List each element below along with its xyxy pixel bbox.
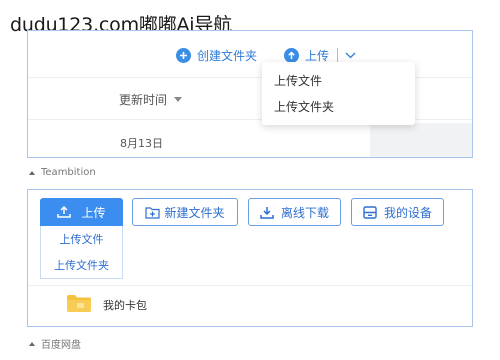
plus-circle-icon bbox=[176, 47, 191, 63]
device-icon bbox=[363, 205, 377, 219]
menu-item-upload-file-baidu[interactable]: 上传文件 bbox=[41, 231, 122, 247]
upload-dropdown-menu-baidu: 上传文件 上传文件夹 bbox=[40, 226, 123, 279]
file-name-wallet[interactable]: 我的卡包 bbox=[103, 297, 147, 313]
new-folder-label: 新建文件夹 bbox=[164, 205, 225, 220]
toolbar-divider bbox=[337, 48, 339, 62]
offline-download-button[interactable]: 离线下载 bbox=[248, 198, 341, 226]
my-devices-label: 我的设备 bbox=[383, 205, 432, 220]
create-folder-button[interactable]: 创建文件夹 bbox=[176, 46, 257, 64]
menu-item-upload-folder[interactable]: 上传文件夹 bbox=[274, 98, 334, 115]
menu-item-upload-folder-baidu[interactable]: 上传文件夹 bbox=[41, 257, 122, 273]
new-folder-button[interactable]: 新建文件夹 bbox=[132, 198, 238, 226]
create-folder-label: 创建文件夹 bbox=[197, 48, 258, 63]
caption-triangle-icon bbox=[29, 170, 35, 175]
baidu-netdisk-panel: 上传 新建文件夹 离线下载 我的设备 上传文件 上传文件夹 我的卡包 bbox=[27, 189, 473, 327]
upload-dropdown-menu: 上传文件 上传文件夹 bbox=[262, 62, 415, 125]
row-hover-area bbox=[370, 123, 472, 157]
upload-button-label: 上传 bbox=[81, 205, 106, 220]
chevron-down-icon[interactable] bbox=[345, 52, 356, 59]
my-devices-button[interactable]: 我的设备 bbox=[351, 198, 444, 226]
sort-caret-icon bbox=[174, 97, 183, 102]
column-header-label: 更新时间 bbox=[119, 93, 168, 107]
folder-plus-icon bbox=[145, 206, 161, 219]
caption-teambition: Teambition bbox=[29, 167, 96, 178]
upload-circle-icon bbox=[284, 47, 299, 63]
upload-label: 上传 bbox=[305, 48, 330, 63]
caption-triangle-icon bbox=[29, 341, 35, 346]
download-icon bbox=[260, 206, 274, 219]
column-header-updated-time[interactable]: 更新时间 bbox=[119, 91, 183, 108]
list-divider bbox=[28, 285, 472, 286]
teambition-panel: 创建文件夹 上传 更新时间 8月13日 上传文件 上传文件夹 bbox=[27, 30, 473, 158]
caption-baidu: 百度网盘 bbox=[29, 336, 81, 351]
offline-download-label: 离线下载 bbox=[280, 205, 329, 220]
upload-button-primary[interactable]: 上传 bbox=[40, 198, 123, 226]
menu-item-upload-file[interactable]: 上传文件 bbox=[274, 72, 322, 89]
folder-icon bbox=[67, 295, 91, 312]
upload-arrow-icon bbox=[57, 206, 72, 218]
caption-teambition-label: Teambition bbox=[41, 167, 96, 178]
caption-baidu-label: 百度网盘 bbox=[41, 340, 81, 351]
row-updated-date: 8月13日 bbox=[120, 137, 163, 150]
